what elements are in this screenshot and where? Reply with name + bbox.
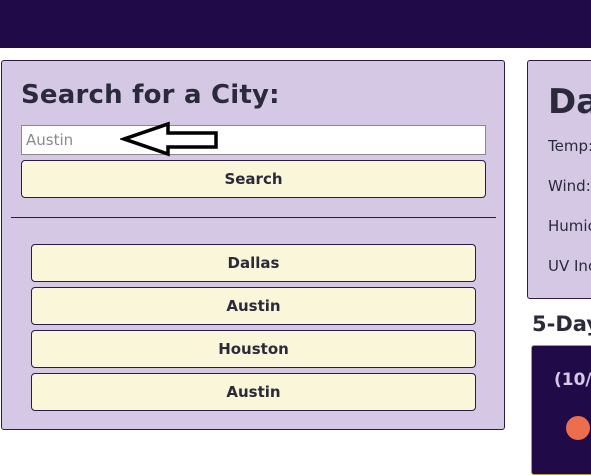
current-city-date-heading: Da xyxy=(548,82,591,122)
search-button[interactable]: Search xyxy=(21,160,486,198)
forecast-heading: 5-Day xyxy=(532,312,591,336)
divider xyxy=(11,217,496,218)
forecast-card-date: (10/1 xyxy=(554,370,591,390)
history-button-dallas[interactable]: Dallas xyxy=(31,244,476,282)
search-title: Search for a City: xyxy=(21,80,280,110)
wind-label: Wind: xyxy=(548,177,591,195)
temp-label: Temp: xyxy=(548,137,591,155)
arrow-annotation-icon xyxy=(120,121,218,157)
top-header-bar xyxy=(0,0,591,48)
humidity-label: Humic xyxy=(548,217,591,235)
forecast-card xyxy=(531,345,591,475)
sun-icon xyxy=(566,416,590,440)
city-search-input[interactable] xyxy=(21,125,486,155)
uv-index-label: UV Inc xyxy=(548,257,591,275)
history-button-austin-2[interactable]: Austin xyxy=(31,373,476,411)
history-button-houston[interactable]: Houston xyxy=(31,330,476,368)
history-button-austin[interactable]: Austin xyxy=(31,287,476,325)
